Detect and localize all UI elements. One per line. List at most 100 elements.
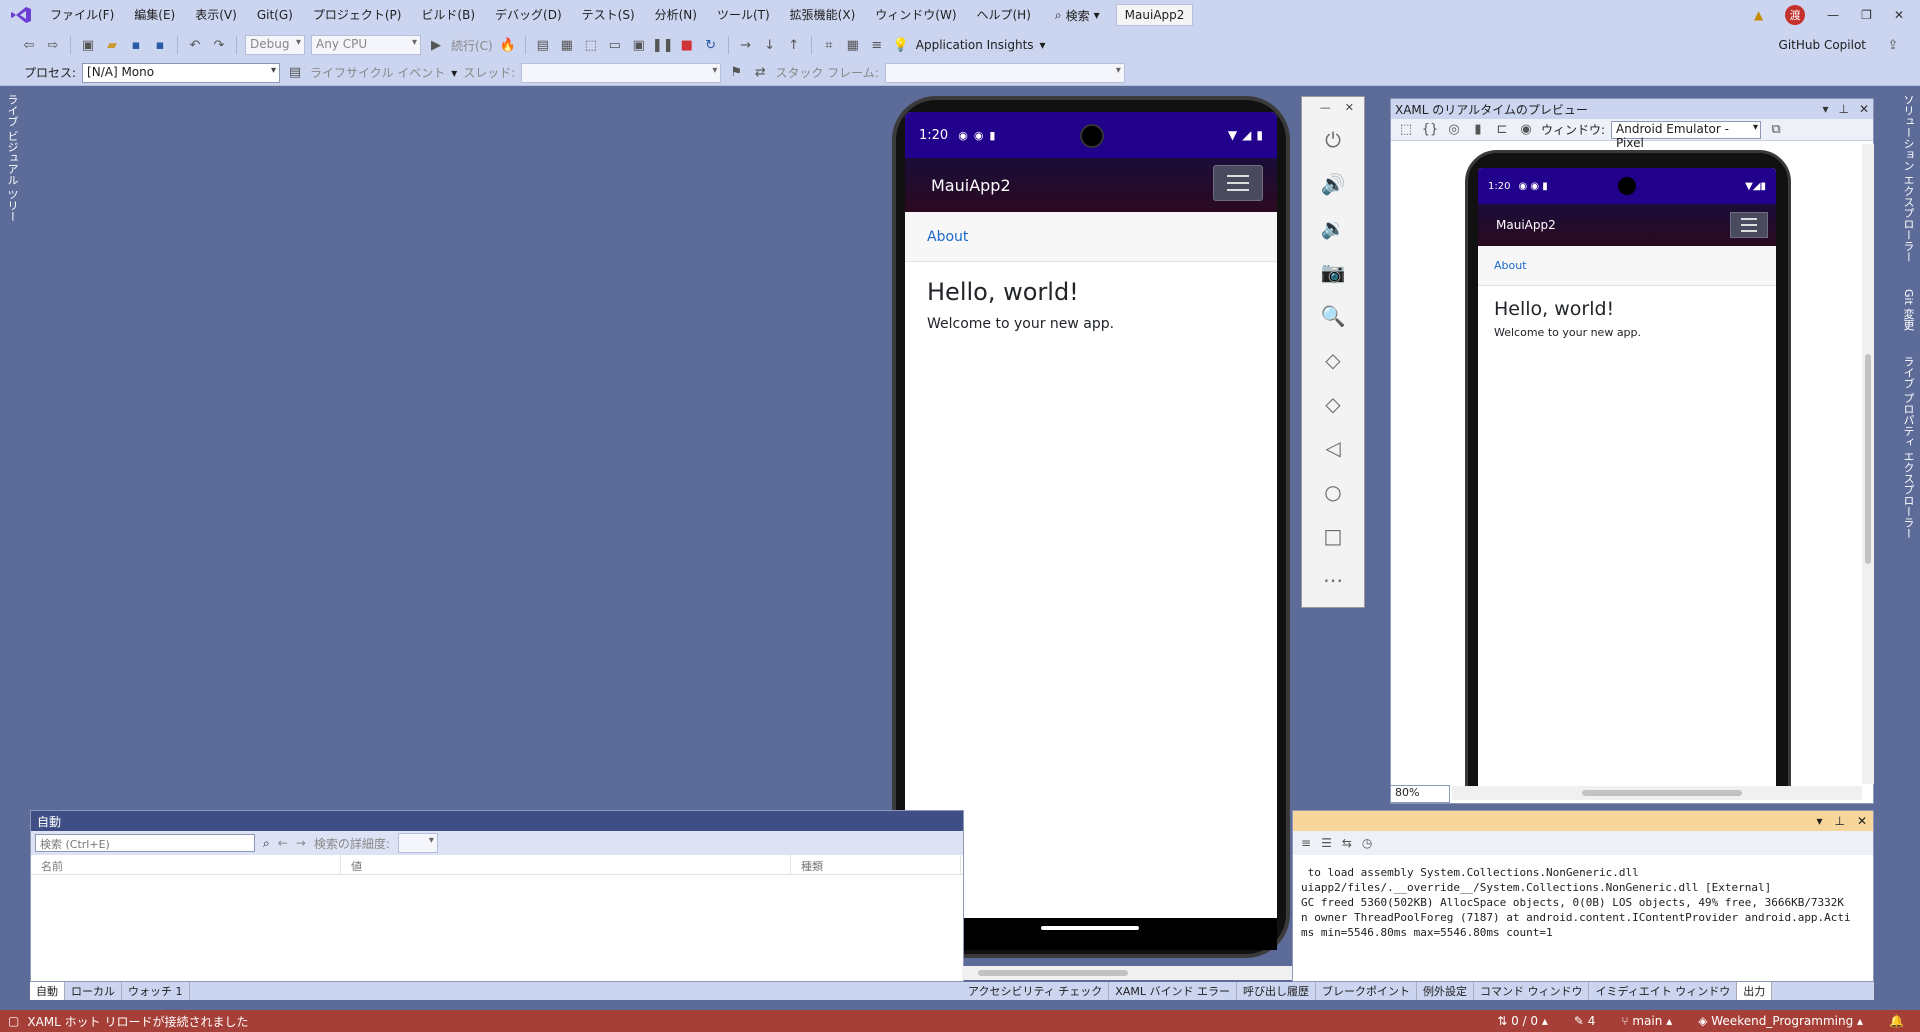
copilot-button[interactable]: GitHub Copilot — [1779, 38, 1866, 52]
preview-toggle-icon[interactable]: ◉ — [1517, 121, 1535, 139]
window-select[interactable]: Android Emulator - Pixel — [1611, 120, 1762, 150]
device-icon[interactable]: ▤ — [534, 36, 552, 54]
lifecycle-events-button[interactable]: ライフサイクル イベント — [310, 64, 445, 81]
home-icon[interactable]: ○ — [1302, 470, 1364, 514]
repo-indicator[interactable]: ◈ Weekend_Programming ▴ — [1698, 1014, 1863, 1028]
search-depth-select[interactable] — [397, 833, 438, 853]
popout-icon[interactable]: ⧉ — [1767, 121, 1785, 139]
emulator-screen[interactable]: 1:20 ◉ ◉ ▮ ▼ ◢ ▮ MauiApp2 About Hello, w… — [905, 112, 1277, 918]
avatar[interactable]: 渡 — [1785, 5, 1806, 25]
back-icon[interactable]: ← — [278, 836, 288, 850]
tab-command-window[interactable]: コマンド ウィンドウ — [1474, 982, 1590, 1000]
save-icon[interactable]: ▪ — [127, 36, 145, 54]
app-insights-button[interactable]: Application Insights — [916, 38, 1034, 52]
stop-icon[interactable]: ■ — [678, 36, 696, 54]
tab-call-stack[interactable]: 呼び出し履歴 — [1237, 982, 1316, 1000]
menu-test[interactable]: テスト(S) — [572, 0, 645, 30]
search-button[interactable]: ⌕ 検索 ▾ — [1047, 7, 1108, 24]
new-project-icon[interactable]: ▣ — [79, 36, 97, 54]
tab-output[interactable]: 出力 — [1737, 982, 1773, 1000]
redo-icon[interactable]: ↷ — [210, 36, 228, 54]
minimize-icon[interactable]: — — [1320, 101, 1331, 114]
back-navigate-icon[interactable]: ⇦ — [20, 36, 38, 54]
git-changes-indicator[interactable]: ⇅ 0 / 0 ▴ — [1497, 1014, 1548, 1028]
select-element-icon[interactable]: ⬚ — [1397, 121, 1415, 139]
hamburger-menu-icon[interactable] — [1213, 165, 1263, 201]
menu-debug[interactable]: デバッグ(D) — [485, 0, 572, 30]
tab-exception-settings[interactable]: 例外設定 — [1417, 982, 1474, 1000]
tab-locals[interactable]: ローカル — [65, 982, 122, 1000]
restart-icon[interactable]: ↻ — [702, 36, 720, 54]
open-folder-icon[interactable]: ▰ — [103, 36, 121, 54]
tab-breakpoints[interactable]: ブレークポイント — [1316, 982, 1417, 1000]
overview-icon[interactable]: □ — [1302, 514, 1364, 558]
home-gesture-bar[interactable] — [1041, 926, 1139, 930]
thread-filter-icon[interactable]: ⇄ — [751, 64, 769, 82]
tab-accessibility-check[interactable]: アクセシビリティ チェック — [962, 982, 1110, 1000]
git-changes-tab[interactable]: Git 変更 — [1892, 281, 1920, 338]
menu-build[interactable]: ビルド(B) — [411, 0, 485, 30]
power-icon[interactable]: ⏻ — [1302, 118, 1364, 162]
menu-project[interactable]: プロジェクト(P) — [303, 0, 412, 30]
pause-icon[interactable]: ❚❚ — [652, 36, 674, 54]
solution-explorer-tab[interactable]: ソリューション エクスプローラー — [1892, 86, 1920, 271]
menu-extensions[interactable]: 拡張機能(X) — [780, 0, 866, 30]
minimize-icon[interactable]: — — [1827, 8, 1839, 22]
preview-vertical-scrollbar[interactable] — [1862, 144, 1874, 784]
pin-icon[interactable]: ⊥ — [1838, 102, 1848, 116]
rotate-right-icon[interactable]: ◇ — [1302, 382, 1364, 426]
dropdown-icon[interactable]: ▾ — [1816, 814, 1822, 828]
monitor-icon[interactable]: ▣ — [630, 36, 648, 54]
solution-name-badge[interactable]: MauiApp2 — [1115, 4, 1194, 26]
volume-down-icon[interactable]: 🔉 — [1302, 206, 1364, 250]
word-wrap-icon[interactable]: ⇆ — [1342, 836, 1352, 850]
tab-autos[interactable]: 自動 — [30, 982, 65, 1000]
autos-search-input[interactable]: 検索 (Ctrl+E) — [35, 834, 255, 852]
menu-file[interactable]: ファイル(F) — [40, 0, 124, 30]
edits-indicator[interactable]: ✎ 4 — [1574, 1014, 1596, 1028]
align-icon[interactable]: ≡ — [1301, 836, 1311, 850]
step-out-icon[interactable]: ↑ — [785, 36, 803, 54]
flag-icon[interactable]: ⚑ — [727, 64, 745, 82]
menu-window[interactable]: ウィンドウ(W) — [865, 0, 966, 30]
rotate-left-icon[interactable]: ◇ — [1302, 338, 1364, 382]
undo-icon[interactable]: ↶ — [186, 36, 204, 54]
breakpoint-icon[interactable]: ⌗ — [820, 36, 838, 54]
save-all-icon[interactable]: ▪ — [151, 36, 169, 54]
forward-navigate-icon[interactable]: ⇨ — [44, 36, 62, 54]
share-icon[interactable]: ⇪ — [1884, 36, 1902, 54]
pin-icon[interactable]: ⊥ — [1834, 814, 1844, 828]
column-value[interactable]: 値 — [341, 855, 791, 874]
menu-view[interactable]: 表示(V) — [185, 0, 247, 30]
stack-frame-select[interactable] — [884, 62, 1125, 83]
ruler-icon[interactable]: ▮ — [1469, 121, 1487, 139]
hot-reload-icon[interactable]: 🔥 — [499, 36, 517, 54]
clear-all-icon[interactable]: ☰ — [1321, 836, 1332, 850]
layout-icon[interactable]: ▦ — [558, 36, 576, 54]
preview-horizontal-scrollbar[interactable] — [1452, 786, 1862, 800]
screenshot-icon[interactable]: ▭ — [606, 36, 624, 54]
column-name[interactable]: 名前 — [31, 855, 341, 874]
back-icon[interactable]: ◁ — [1302, 426, 1364, 470]
tab-xaml-binding-errors[interactable]: XAML バインド エラー — [1109, 982, 1237, 1000]
timestamp-icon[interactable]: ◷ — [1362, 836, 1372, 850]
tab-watch1[interactable]: ウォッチ 1 — [122, 982, 190, 1000]
warning-icon[interactable]: ▲ — [1754, 8, 1763, 22]
menu-analyze[interactable]: 分析(N) — [645, 0, 707, 30]
zoom-select[interactable]: 80% — [1390, 785, 1450, 803]
output-horizontal-scrollbar[interactable] — [962, 966, 1292, 980]
platform-select[interactable]: Any CPU — [311, 35, 421, 55]
configuration-select[interactable]: Debug — [245, 35, 305, 55]
zoom-icon[interactable]: 🔍 — [1302, 294, 1364, 338]
track-focus-icon[interactable]: ◎ — [1445, 121, 1463, 139]
menu-help[interactable]: ヘルプ(H) — [967, 0, 1041, 30]
search-icon[interactable]: ⌕ — [263, 836, 270, 851]
menu-tools[interactable]: ツール(T) — [707, 0, 780, 30]
forward-icon[interactable]: → — [296, 836, 306, 850]
camera-icon[interactable]: 📷 — [1302, 250, 1364, 294]
step-into-icon[interactable]: ↓ — [761, 36, 779, 54]
column-type[interactable]: 種類 — [791, 855, 961, 874]
thread-select[interactable] — [521, 62, 722, 83]
more-icon[interactable]: ⋯ — [1302, 558, 1364, 602]
continue-button[interactable]: 続行(C) — [451, 37, 493, 54]
